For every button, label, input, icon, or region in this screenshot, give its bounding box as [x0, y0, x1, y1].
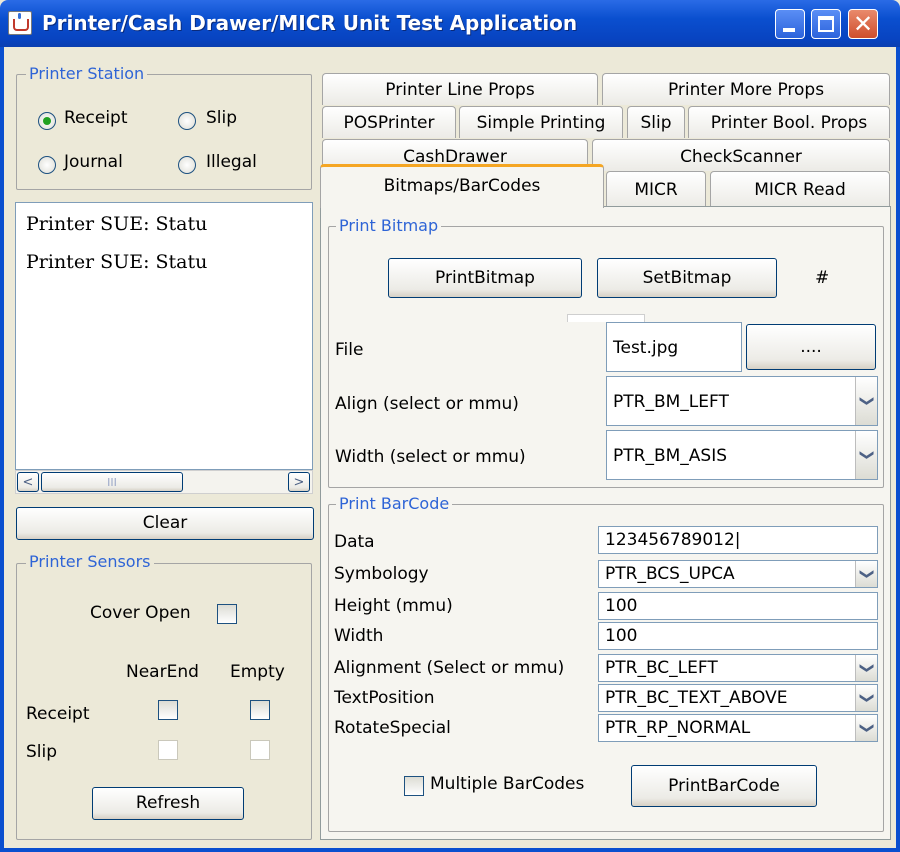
- log-line: Printer SUE: Statu: [26, 213, 208, 235]
- maximize-button[interactable]: [811, 9, 841, 39]
- tab-micr-read[interactable]: MICR Read: [710, 171, 890, 207]
- file-label: File: [335, 340, 364, 360]
- log-horizontal-scrollbar[interactable]: < III >: [15, 470, 313, 494]
- textposition-select[interactable]: PTR_BC_TEXT_ABOVE ❯: [598, 684, 878, 712]
- close-button[interactable]: ✕: [848, 9, 878, 39]
- barcode-data-input[interactable]: 123456789012|: [598, 526, 878, 554]
- alignment-select[interactable]: PTR_BC_LEFT ❯: [598, 654, 878, 682]
- height-label: Height (mmu): [334, 596, 453, 616]
- barcode-width-input[interactable]: 100: [598, 622, 878, 650]
- bitmap-number-spinner[interactable]: [567, 314, 645, 322]
- barcode-data-label: Data: [334, 532, 375, 552]
- tab-printer-line-props[interactable]: Printer Line Props: [322, 73, 598, 105]
- align-select-value: PTR_BM_LEFT: [613, 392, 729, 412]
- tab-simple-printing[interactable]: Simple Printing: [459, 106, 623, 138]
- print-bitmap-button[interactable]: PrintBitmap: [388, 258, 582, 298]
- chevron-down-icon[interactable]: ❯: [855, 655, 877, 681]
- radio-illegal[interactable]: [178, 156, 196, 174]
- close-icon: ✕: [852, 10, 874, 38]
- tab-slip[interactable]: Slip: [627, 106, 685, 138]
- print-barcode-button[interactable]: PrintBarCode: [631, 765, 817, 807]
- multiple-barcodes-label: Multiple BarCodes: [430, 774, 585, 794]
- rotatespecial-select[interactable]: PTR_RP_NORMAL ❯: [598, 714, 878, 742]
- print-bitmap-legend: Print Bitmap: [336, 216, 442, 235]
- java-app-icon: [8, 11, 32, 35]
- radio-receipt-label: Receipt: [64, 108, 128, 128]
- chevron-down-icon[interactable]: ❯: [855, 431, 877, 479]
- alignment-label: Alignment (Select or mmu): [334, 658, 565, 678]
- log-line: Printer SUE: Statu: [26, 251, 208, 273]
- cover-open-checkbox[interactable]: [217, 604, 237, 624]
- slip-nearend-checkbox: [158, 740, 178, 760]
- browse-file-button[interactable]: ....: [746, 324, 876, 370]
- width-label: Width (select or mmu): [335, 447, 526, 467]
- printer-station-group: [16, 74, 312, 190]
- rotatespecial-label: RotateSpecial: [334, 718, 451, 738]
- scroll-left-arrow-icon[interactable]: <: [17, 472, 39, 492]
- refresh-button[interactable]: Refresh: [92, 787, 244, 820]
- symbology-select[interactable]: PTR_BCS_UPCA ❯: [598, 560, 878, 588]
- chevron-down-icon[interactable]: ❯: [855, 715, 877, 741]
- symbology-select-value: PTR_BCS_UPCA: [605, 564, 735, 584]
- textposition-select-value: PTR_BC_TEXT_ABOVE: [605, 688, 788, 708]
- width-select[interactable]: PTR_BM_ASIS ❯: [606, 430, 878, 480]
- barcode-width-label: Width: [334, 626, 384, 646]
- multiple-barcodes-checkbox[interactable]: [404, 776, 424, 796]
- scroll-thumb[interactable]: III: [41, 472, 183, 492]
- radio-illegal-label: Illegal: [206, 152, 257, 172]
- align-select[interactable]: PTR_BM_LEFT ❯: [606, 376, 878, 426]
- slip-empty-checkbox: [250, 740, 270, 760]
- receipt-row-label: Receipt: [26, 704, 90, 724]
- tab-bitmaps-barcodes[interactable]: Bitmaps/BarCodes: [320, 164, 604, 208]
- radio-slip-label: Slip: [206, 108, 238, 128]
- window-frame-right: [896, 47, 900, 852]
- window-title: Printer/Cash Drawer/MICR Unit Test Appli…: [42, 11, 578, 35]
- print-barcode-legend: Print BarCode: [336, 494, 453, 513]
- status-log[interactable]: Printer SUE: Statu Printer SUE: Statu: [15, 202, 313, 470]
- bitmap-number-label: #: [815, 268, 830, 288]
- radio-slip[interactable]: [178, 112, 196, 130]
- tab-micr[interactable]: MICR: [606, 171, 706, 207]
- radio-receipt[interactable]: [38, 112, 56, 130]
- receipt-empty-checkbox[interactable]: [250, 700, 270, 720]
- chevron-down-icon[interactable]: ❯: [855, 561, 877, 587]
- height-input[interactable]: 100: [598, 592, 878, 620]
- alignment-select-value: PTR_BC_LEFT: [605, 658, 718, 678]
- window-frame-bottom: [0, 848, 900, 852]
- cover-open-label: Cover Open: [90, 603, 191, 623]
- set-bitmap-button[interactable]: SetBitmap: [597, 258, 777, 298]
- width-select-value: PTR_BM_ASIS: [613, 446, 728, 466]
- clear-button[interactable]: Clear: [16, 507, 314, 540]
- minimize-button[interactable]: [775, 9, 805, 39]
- tab-checkscanner[interactable]: CheckScanner: [592, 139, 890, 171]
- nearend-header: NearEnd: [126, 662, 199, 682]
- radio-journal-label: Journal: [64, 152, 123, 172]
- printer-station-legend: Printer Station: [26, 64, 148, 83]
- chevron-down-icon[interactable]: ❯: [855, 377, 877, 425]
- receipt-nearend-checkbox[interactable]: [158, 700, 178, 720]
- tab-printer-more-props[interactable]: Printer More Props: [602, 73, 890, 105]
- file-input[interactable]: Test.jpg: [606, 322, 742, 372]
- tab-printer-bool-props[interactable]: Printer Bool. Props: [688, 106, 890, 138]
- scroll-right-arrow-icon[interactable]: >: [288, 472, 310, 492]
- align-label: Align (select or mmu): [335, 394, 519, 414]
- tab-posprinter[interactable]: POSPrinter: [322, 106, 456, 138]
- radio-journal[interactable]: [38, 156, 56, 174]
- chevron-down-icon[interactable]: ❯: [855, 685, 877, 711]
- printer-sensors-legend: Printer Sensors: [26, 552, 154, 571]
- rotatespecial-select-value: PTR_RP_NORMAL: [605, 718, 751, 738]
- textposition-label: TextPosition: [334, 688, 435, 708]
- slip-row-label: Slip: [26, 742, 58, 762]
- symbology-label: Symbology: [334, 564, 429, 584]
- window-frame-left: [0, 47, 4, 852]
- empty-header: Empty: [230, 662, 285, 682]
